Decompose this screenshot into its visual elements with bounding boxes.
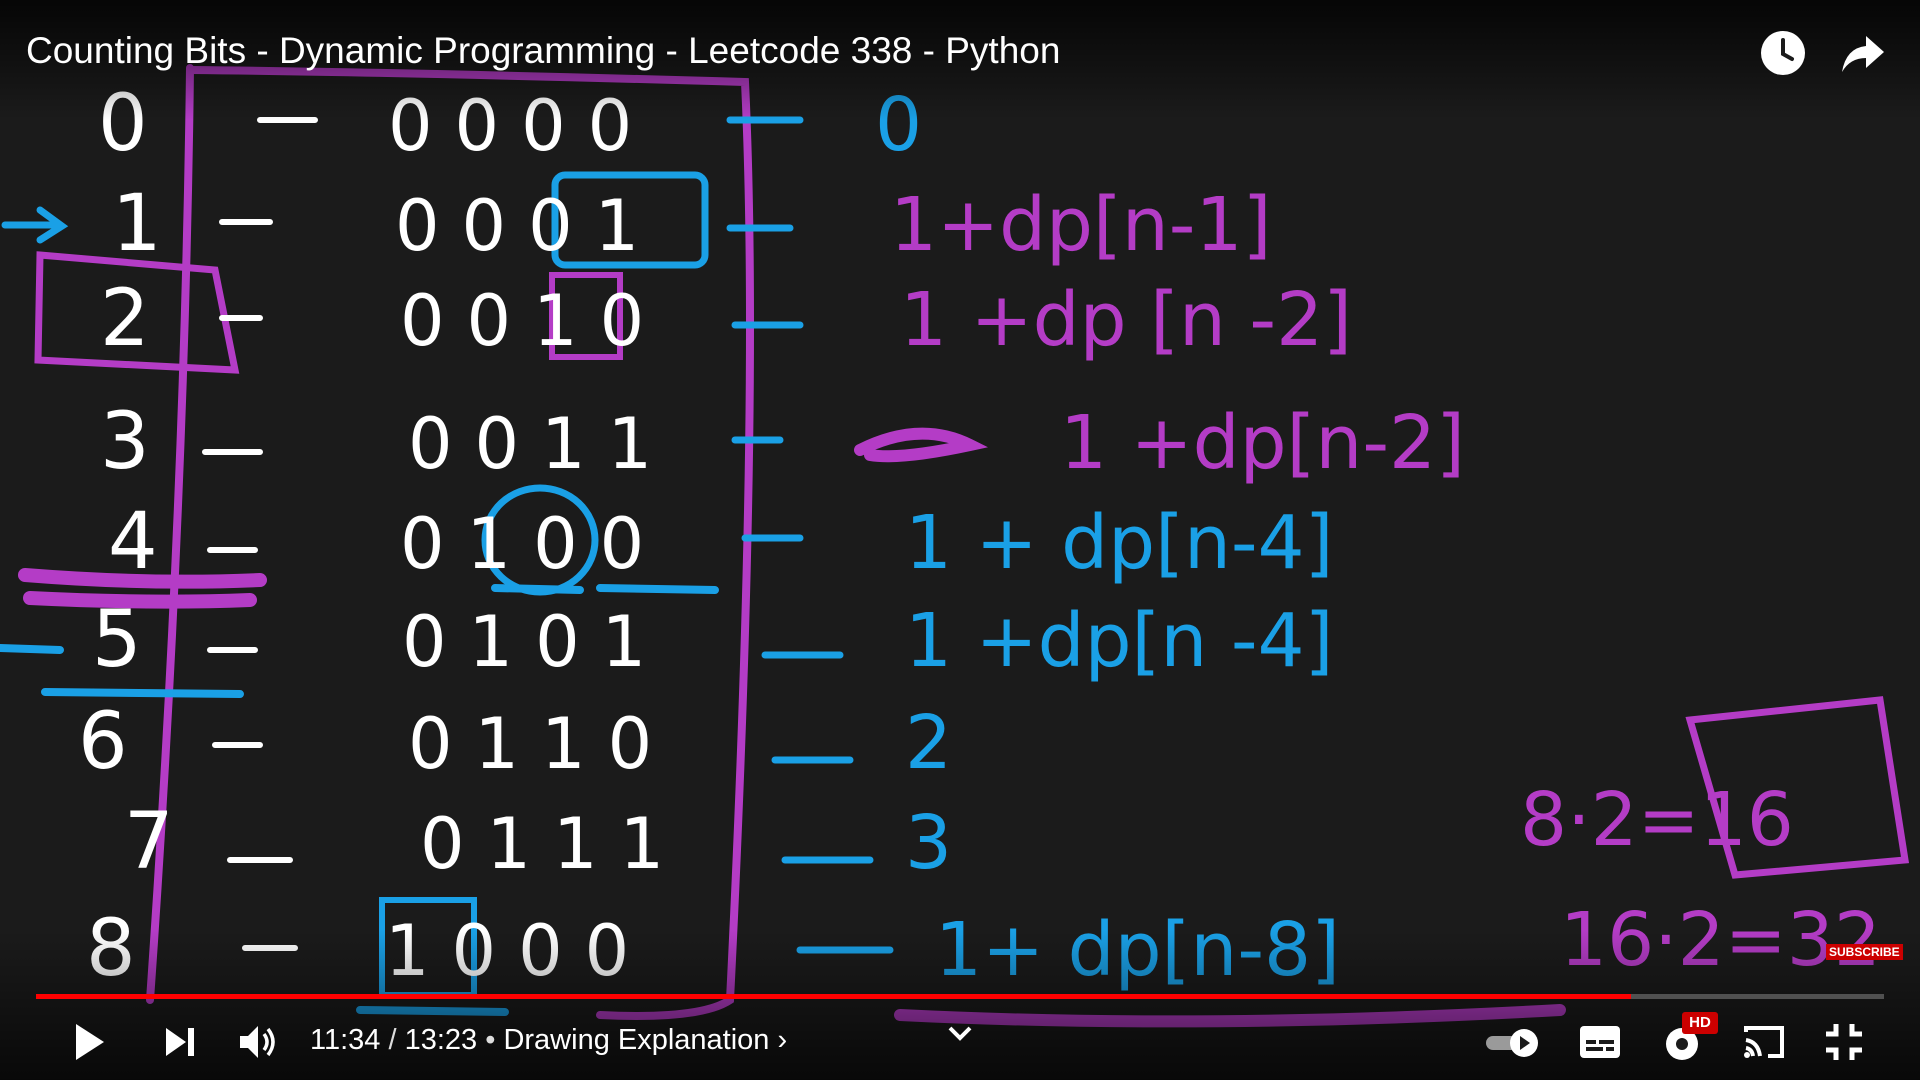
dp-results: 0 1+dp[n-1] 1 +dp [n -2] 1 +dp[n-2] 1 + dp[n…: [875, 82, 1465, 993]
player-controls: 11:34 / 13:23 • Drawing Explanation › HD: [0, 1010, 1920, 1070]
dp-result: 0: [875, 82, 922, 168]
video-player[interactable]: 012345678 0000 0001 0010 0011 0100 0101 0110 01…: [0, 0, 1920, 1080]
share-arrow-icon[interactable]: [1838, 28, 1888, 78]
dp-result: 1 +dp [n -2]: [900, 277, 1352, 363]
row-numbers: 0 12 3 45 6 7 8: [78, 79, 174, 994]
row-number: 8: [86, 904, 136, 994]
duration: 13:23: [404, 1024, 478, 1056]
binary-values: 0000 0001 0010 0011 0100 0101 0110 0111 1000: [385, 85, 686, 992]
row-number: 3: [100, 397, 150, 487]
dp-result: 1 +dp[n -4]: [905, 598, 1334, 684]
binary-value: 0010: [400, 280, 666, 362]
binary-value: 0100: [400, 503, 666, 585]
row-number: 0: [98, 79, 148, 169]
video-title[interactable]: Counting Bits - Dynamic Programming - Le…: [26, 30, 1060, 72]
dp-result: 3: [905, 800, 952, 886]
row-number: 5: [92, 595, 142, 685]
hd-badge: HD: [1682, 1012, 1718, 1034]
binary-value: 0000: [388, 85, 654, 167]
binary-value: 0111: [420, 803, 686, 885]
cast-icon[interactable]: [1740, 1018, 1788, 1066]
dp-result: 2: [905, 700, 952, 786]
play-icon[interactable]: [64, 1018, 112, 1066]
chapter-button[interactable]: Drawing Explanation ›: [503, 1024, 787, 1056]
progress-played: [36, 994, 1631, 999]
chevron-down-icon[interactable]: [936, 1014, 984, 1062]
time-display: 11:34 / 13:23 • Drawing Explanation ›: [310, 1024, 787, 1057]
exit-fullscreen-icon[interactable]: [1820, 1018, 1868, 1066]
binary-value: 0101: [402, 601, 668, 683]
autoplay-toggle-icon[interactable]: [1482, 1018, 1546, 1066]
row-number: 6: [78, 697, 128, 787]
dp-result: 1 +dp[n-2]: [1060, 400, 1465, 486]
dp-result: 1+ dp[n-8]: [935, 907, 1340, 993]
binary-value: 1000: [385, 910, 651, 992]
clock-icon[interactable]: [1758, 28, 1808, 78]
binary-value: 0011: [408, 403, 674, 485]
blue-arrow: [1, 206, 69, 244]
blue-dashes: [726, 116, 894, 954]
white-dashes: [202, 117, 318, 951]
side-note-doubling: 8·2=16: [1520, 777, 1794, 863]
binary-value: 0001: [395, 185, 661, 267]
row-number: 2: [100, 274, 150, 364]
dp-result: 1+dp[n-1]: [890, 182, 1271, 268]
row-number: 1: [112, 179, 162, 269]
dp-result: 1 + dp[n-4]: [905, 500, 1334, 586]
subtitles-icon[interactable]: [1576, 1018, 1624, 1066]
next-icon[interactable]: [156, 1018, 204, 1066]
binary-value: 0110: [408, 703, 674, 785]
progress-bar[interactable]: [36, 994, 1884, 999]
row-number: 7: [124, 797, 174, 887]
subscribe-watermark[interactable]: SUBSCRIBE: [1826, 944, 1903, 960]
current-time: 11:34: [310, 1024, 381, 1056]
whiteboard-drawing: 012345678 000000010010001101000101011001…: [0, 64, 1910, 1028]
purple-scratch: [854, 427, 988, 463]
row-number: 4: [108, 497, 158, 587]
side-note-doubling-2: 16·2=32: [1560, 897, 1881, 983]
time-separator: /: [380, 1024, 405, 1056]
volume-icon[interactable]: [234, 1018, 282, 1066]
chapter-bullet: •: [477, 1024, 504, 1056]
